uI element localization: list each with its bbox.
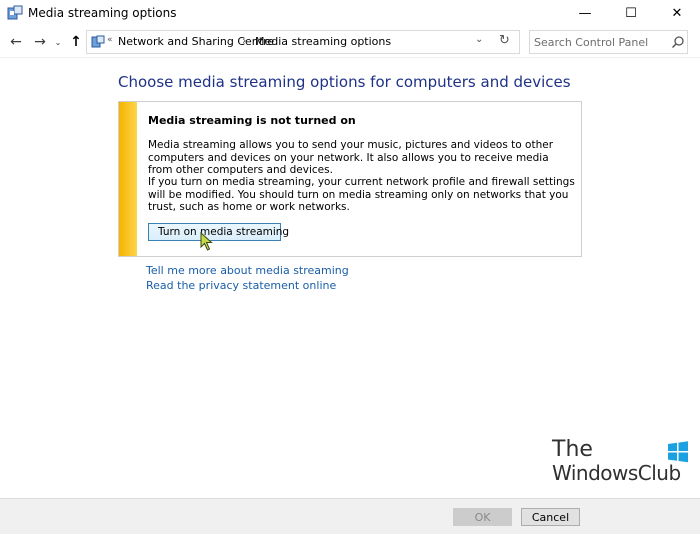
overflow-chevron-icon[interactable]: « [107,35,113,45]
breadcrumb-network-and-sharing[interactable]: Network and Sharing Centre [118,35,274,48]
media-streaming-app-icon [7,5,23,20]
dialog-footer: OK Cancel [0,498,700,534]
minimize-button[interactable]: — [562,0,608,26]
cancel-button[interactable]: Cancel [521,508,580,526]
turn-on-label: Turn on media streaming [158,226,290,238]
windows-club-logo-icon [668,441,688,463]
tell-me-more-link[interactable]: Tell me more about media streaming [146,264,349,277]
up-button[interactable]: ↑ [66,32,86,52]
search-box[interactable] [529,30,688,54]
ok-button[interactable]: OK [453,508,512,526]
page-heading: Choose media streaming options for compu… [118,73,571,91]
refresh-icon[interactable]: ↻ [499,33,510,48]
address-bar[interactable]: « Network and Sharing Centre › Media str… [86,30,520,54]
back-button[interactable]: ← [6,32,26,52]
watermark: The WindowsClub [552,437,692,489]
info-title: Media streaming is not turned on [148,114,356,127]
search-input[interactable] [534,34,664,50]
search-icon[interactable] [671,35,685,49]
breadcrumb-separator-icon[interactable]: › [242,34,246,47]
forward-button[interactable]: → [30,32,50,52]
navigation-bar: ← → ⌄ ↑ « Network and Sharing Centre › M… [0,26,700,58]
control-panel-icon [91,35,105,48]
watermark-line-2: WindowsClub [552,461,681,485]
recent-locations-button[interactable]: ⌄ [52,32,64,52]
breadcrumb-media-streaming[interactable]: Media streaming options [255,35,391,48]
close-button[interactable]: ✕ [654,0,700,26]
address-dropdown-icon[interactable]: ⌄ [475,34,483,45]
warning-stripe [119,102,137,256]
privacy-statement-link[interactable]: Read the privacy statement online [146,279,336,292]
title-bar: Media streaming options — ☐ ✕ [0,0,700,26]
window-title: Media streaming options [28,6,177,20]
info-paragraph-1: Media streaming allows you to send your … [148,139,554,176]
cursor-icon [200,232,213,251]
maximize-button[interactable]: ☐ [608,0,654,26]
info-paragraph-2: If you turn on media streaming, your cur… [148,176,575,213]
watermark-line-1: The [552,437,593,462]
